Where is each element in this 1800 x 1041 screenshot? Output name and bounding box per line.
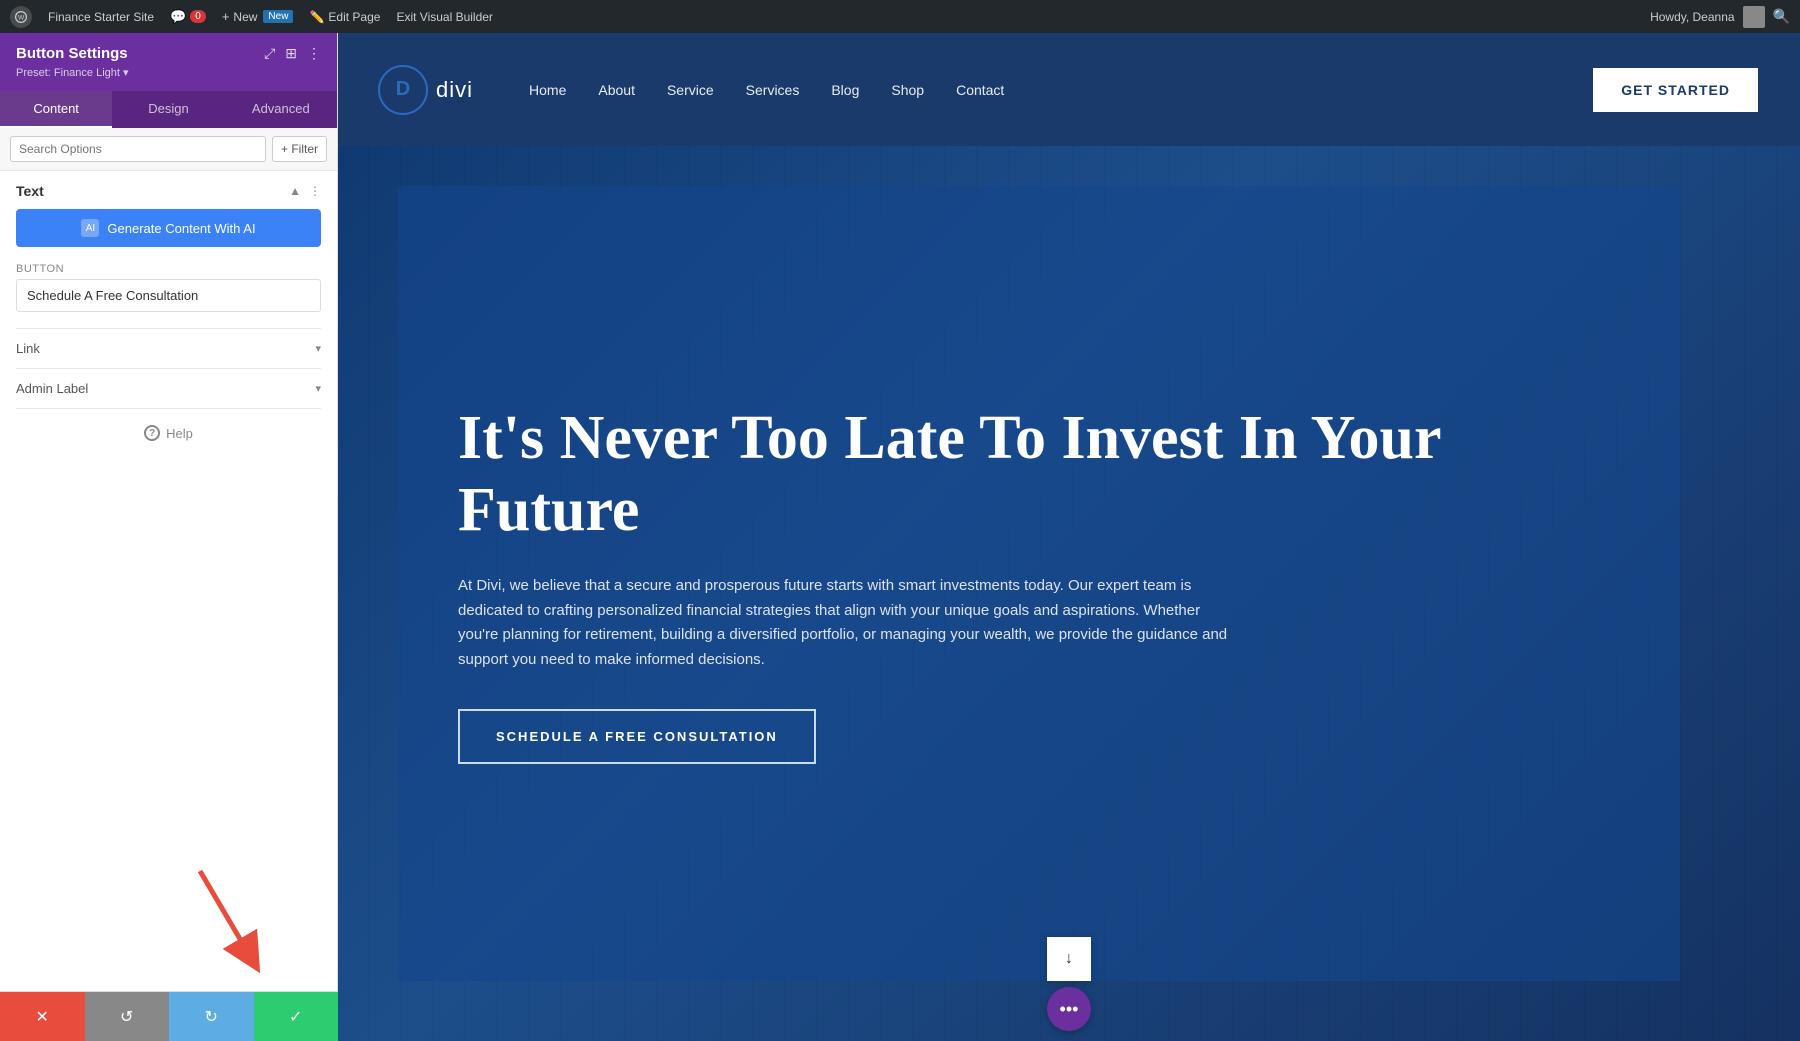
edit-page-link[interactable]: ✏️ Edit Page — [309, 10, 380, 24]
nav-about[interactable]: About — [582, 82, 651, 98]
ai-icon: AI — [81, 219, 99, 237]
panel-header: Button Settings ⤢ ⊞ ⋮ Preset: Finance Li… — [0, 33, 337, 91]
scroll-down-button[interactable]: ↓ — [1047, 937, 1091, 981]
link-section-title: Link — [16, 341, 40, 356]
hero-description: At Divi, we believe that a secure and pr… — [458, 574, 1238, 673]
nav-services[interactable]: Services — [730, 82, 816, 98]
site-nav: Home About Service Services Blog Shop Co… — [513, 82, 1591, 98]
cancel-button[interactable]: ✕ — [0, 992, 85, 1041]
admin-bar-right: Howdy, Deanna 🔍 — [1650, 6, 1790, 28]
site-header: D divi Home About Service Services Blog … — [338, 33, 1800, 146]
avatar — [1743, 6, 1765, 28]
left-panel: Button Settings ⤢ ⊞ ⋮ Preset: Finance Li… — [0, 33, 338, 1041]
link-section: Link ▾ — [16, 328, 321, 368]
panel-icon-columns[interactable]: ⊞ — [285, 45, 297, 62]
site-name-link[interactable]: Finance Starter Site — [48, 10, 154, 24]
filter-button[interactable]: + Filter — [272, 136, 327, 162]
search-input[interactable] — [10, 136, 266, 162]
dot-menu-button[interactable]: ••• — [1047, 987, 1091, 1031]
scroll-down-icon: ↓ — [1065, 950, 1073, 968]
logo-circle: D — [378, 65, 428, 115]
search-bar: + Filter — [0, 128, 337, 171]
button-text-input[interactable] — [16, 279, 321, 312]
nav-blog[interactable]: Blog — [815, 82, 875, 98]
nav-shop[interactable]: Shop — [875, 82, 940, 98]
redo-button[interactable]: ↻ — [169, 992, 254, 1041]
panel-tabs: Content Design Advanced — [0, 91, 337, 128]
hero-title: It's Never Too Late To Invest In Your Fu… — [458, 403, 1620, 546]
link-chevron-icon: ▾ — [315, 342, 321, 355]
help-section[interactable]: ? Help — [16, 408, 321, 457]
hero-content-box: It's Never Too Late To Invest In Your Fu… — [398, 186, 1680, 981]
text-section-menu[interactable]: ⋮ — [309, 184, 321, 198]
nav-home[interactable]: Home — [513, 82, 582, 98]
hero-cta-button[interactable]: SCHEDULE A FREE CONSULTATION — [458, 709, 816, 764]
panel-preset[interactable]: Preset: Finance Light ▾ — [16, 66, 321, 79]
admin-label-title: Admin Label — [16, 381, 88, 396]
panel-icon-resize[interactable]: ⤢ — [264, 45, 275, 62]
ai-generate-button[interactable]: AI Generate Content With AI — [16, 209, 321, 247]
save-button[interactable]: ✓ — [254, 992, 339, 1041]
bottom-bar: ✕ ↺ ↻ ✓ — [0, 991, 338, 1041]
get-started-button[interactable]: GET STARTED — [1591, 66, 1760, 114]
svg-text:W: W — [18, 14, 25, 21]
howdy-text: Howdy, Deanna — [1650, 10, 1735, 24]
admin-label-section: Admin Label ▾ — [16, 368, 321, 408]
nav-contact[interactable]: Contact — [940, 82, 1020, 98]
right-content: D divi Home About Service Services Blog … — [338, 33, 1800, 1041]
panel-header-icons: ⤢ ⊞ ⋮ — [264, 45, 321, 62]
button-field-label: Button — [16, 263, 321, 275]
text-section-collapse[interactable]: ▲ — [289, 184, 301, 198]
search-icon[interactable]: 🔍 — [1773, 8, 1790, 25]
help-icon: ? — [144, 425, 160, 441]
site-logo: D divi — [378, 65, 473, 115]
new-link[interactable]: + New New — [222, 9, 294, 24]
admin-label-section-header[interactable]: Admin Label ▾ — [16, 381, 321, 396]
tab-advanced[interactable]: Advanced — [225, 91, 337, 128]
comments-link[interactable]: 💬 0 — [170, 9, 206, 25]
text-section-header: Text ▲ ⋮ — [16, 183, 321, 199]
logo-text: divi — [436, 77, 473, 103]
wordpress-icon[interactable]: W — [10, 6, 32, 28]
admin-label-chevron-icon: ▾ — [315, 382, 321, 395]
panel-title: Button Settings — [16, 45, 128, 62]
nav-service[interactable]: Service — [651, 82, 730, 98]
new-badge: New — [263, 10, 293, 23]
text-section-title: Text — [16, 183, 44, 199]
panel-icon-more[interactable]: ⋮ — [307, 45, 321, 62]
hero-section: It's Never Too Late To Invest In Your Fu… — [338, 146, 1800, 1041]
main-layout: Button Settings ⤢ ⊞ ⋮ Preset: Finance Li… — [0, 33, 1800, 1041]
link-section-header[interactable]: Link ▾ — [16, 341, 321, 356]
exit-builder-link[interactable]: Exit Visual Builder — [396, 10, 493, 24]
tab-design[interactable]: Design — [112, 91, 224, 128]
admin-bar: W Finance Starter Site 💬 0 + New New ✏️ … — [0, 0, 1800, 33]
tab-content[interactable]: Content — [0, 91, 112, 128]
undo-button[interactable]: ↺ — [85, 992, 170, 1041]
comment-count-badge: 0 — [190, 10, 206, 23]
panel-content: Text ▲ ⋮ AI Generate Content With AI But… — [0, 171, 337, 1041]
